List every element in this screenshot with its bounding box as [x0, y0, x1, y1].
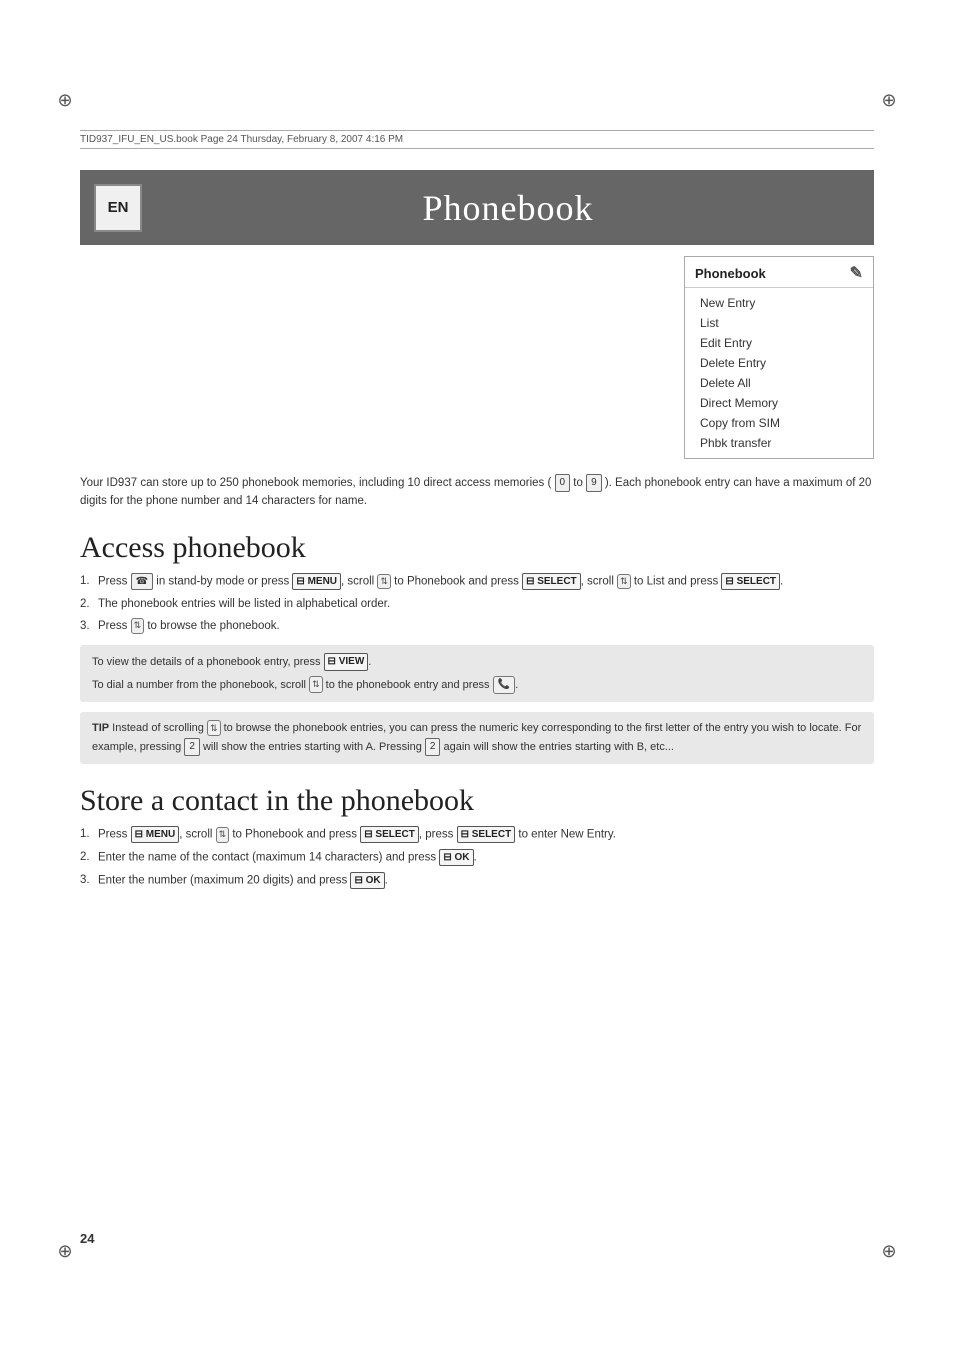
select-button-1: ⊟ SELECT — [522, 573, 581, 590]
menu-button-2: ⊟ MENU — [131, 826, 180, 843]
phonebook-menu-box: Phonebook ✎ New Entry List Edit Entry De… — [684, 256, 874, 459]
antenna-icon: ☎ — [131, 573, 153, 590]
key-9-icon: 9 — [586, 474, 602, 492]
phonebook-menu-title: Phonebook — [695, 266, 766, 281]
page-title: Phonebook — [142, 187, 874, 229]
section2-step3: 3. Enter the number (maximum 20 digits) … — [80, 872, 874, 890]
key-0-icon: 0 — [555, 474, 571, 492]
section1-step1: 1. Press ☎ in stand-by mode or press ⊟ M… — [80, 573, 874, 591]
select-button-2: ⊟ SELECT — [721, 573, 780, 590]
section2-steps: 1. Press ⊟ MENU, scroll ⇅ to Phonebook a… — [80, 826, 874, 889]
scroll-icon-3: ⇅ — [131, 618, 145, 634]
phonebook-menu-header: Phonebook ✎ — [685, 257, 873, 288]
scroll-icon-1: ⇅ — [377, 574, 391, 590]
menu-item-list: List — [685, 313, 873, 333]
scroll-icon-2: ⇅ — [617, 574, 631, 590]
reg-mark-tl: ⊕ — [55, 90, 75, 110]
key-2-icon: 2 — [184, 738, 200, 756]
ok-button-1: ⊟ OK — [439, 849, 473, 866]
scroll-icon-4: ⇅ — [309, 676, 323, 692]
select-button-4: ⊟ SELECT — [457, 826, 516, 843]
menu-item-direct-memory: Direct Memory — [685, 393, 873, 413]
reg-mark-tr: ⊕ — [879, 90, 899, 110]
section2-step2: 2. Enter the name of the contact (maximu… — [80, 849, 874, 867]
reg-mark-br: ⊕ — [879, 1241, 899, 1261]
section1-heading: Access phonebook — [80, 531, 874, 565]
section2-step1: 1. Press ⊟ MENU, scroll ⇅ to Phonebook a… — [80, 826, 874, 844]
key-2b-icon: 2 — [425, 738, 441, 756]
menu-item-delete-all: Delete All — [685, 373, 873, 393]
meta-text: TID937_IFU_EN_US.book Page 24 Thursday, … — [80, 134, 403, 145]
menu-item-copy-from-sim: Copy from SIM — [685, 413, 873, 433]
section1-step2: 2. The phonebook entries will be listed … — [80, 596, 874, 613]
ok-button-2: ⊟ OK — [350, 872, 384, 889]
tip-dial-line: To dial a number from the phonebook, scr… — [92, 676, 862, 695]
menu-item-new-entry: New Entry — [685, 293, 873, 313]
view-button: ⊟ VIEW — [324, 653, 369, 671]
menu-button: ⊟ MENU — [292, 573, 341, 590]
lang-code-box: EN — [94, 184, 142, 232]
intro-text: Your ID937 can store up to 250 phonebook… — [80, 474, 874, 511]
content-area: Phonebook ✎ New Entry List Edit Entry De… — [80, 256, 874, 895]
tip-view-line: To view the details of a phonebook entry… — [92, 653, 862, 672]
menu-item-delete-entry: Delete Entry — [685, 353, 873, 373]
menu-item-edit-entry: Edit Entry — [685, 333, 873, 353]
page-number: 24 — [80, 1231, 94, 1246]
meta-line: TID937_IFU_EN_US.book Page 24 Thursday, … — [80, 130, 874, 149]
phonebook-menu-list: New Entry List Edit Entry Delete Entry D… — [685, 288, 873, 458]
section2-heading: Store a contact in the phonebook — [80, 784, 874, 818]
section1-step3: 3. Press ⇅ to browse the phonebook. — [80, 618, 874, 635]
scroll-icon-5: ⇅ — [207, 720, 221, 736]
tip-note-text: TIP Instead of scrolling ⇅ to browse the… — [92, 720, 862, 756]
scroll-icon-6: ⇅ — [216, 827, 230, 843]
edit-icon: ✎ — [850, 263, 863, 283]
section1-steps: 1. Press ☎ in stand-by mode or press ⊟ M… — [80, 573, 874, 635]
tip-note-box: TIP Instead of scrolling ⇅ to browse the… — [80, 712, 874, 764]
lang-code: EN — [108, 199, 129, 216]
select-button-3: ⊟ SELECT — [360, 826, 419, 843]
call-button: 📞 — [493, 676, 515, 694]
menu-item-phbk-transfer: Phbk transfer — [685, 433, 873, 453]
reg-mark-bl: ⊕ — [55, 1241, 75, 1261]
header-bar: EN Phonebook — [80, 170, 874, 245]
tip-box-view: To view the details of a phonebook entry… — [80, 645, 874, 702]
